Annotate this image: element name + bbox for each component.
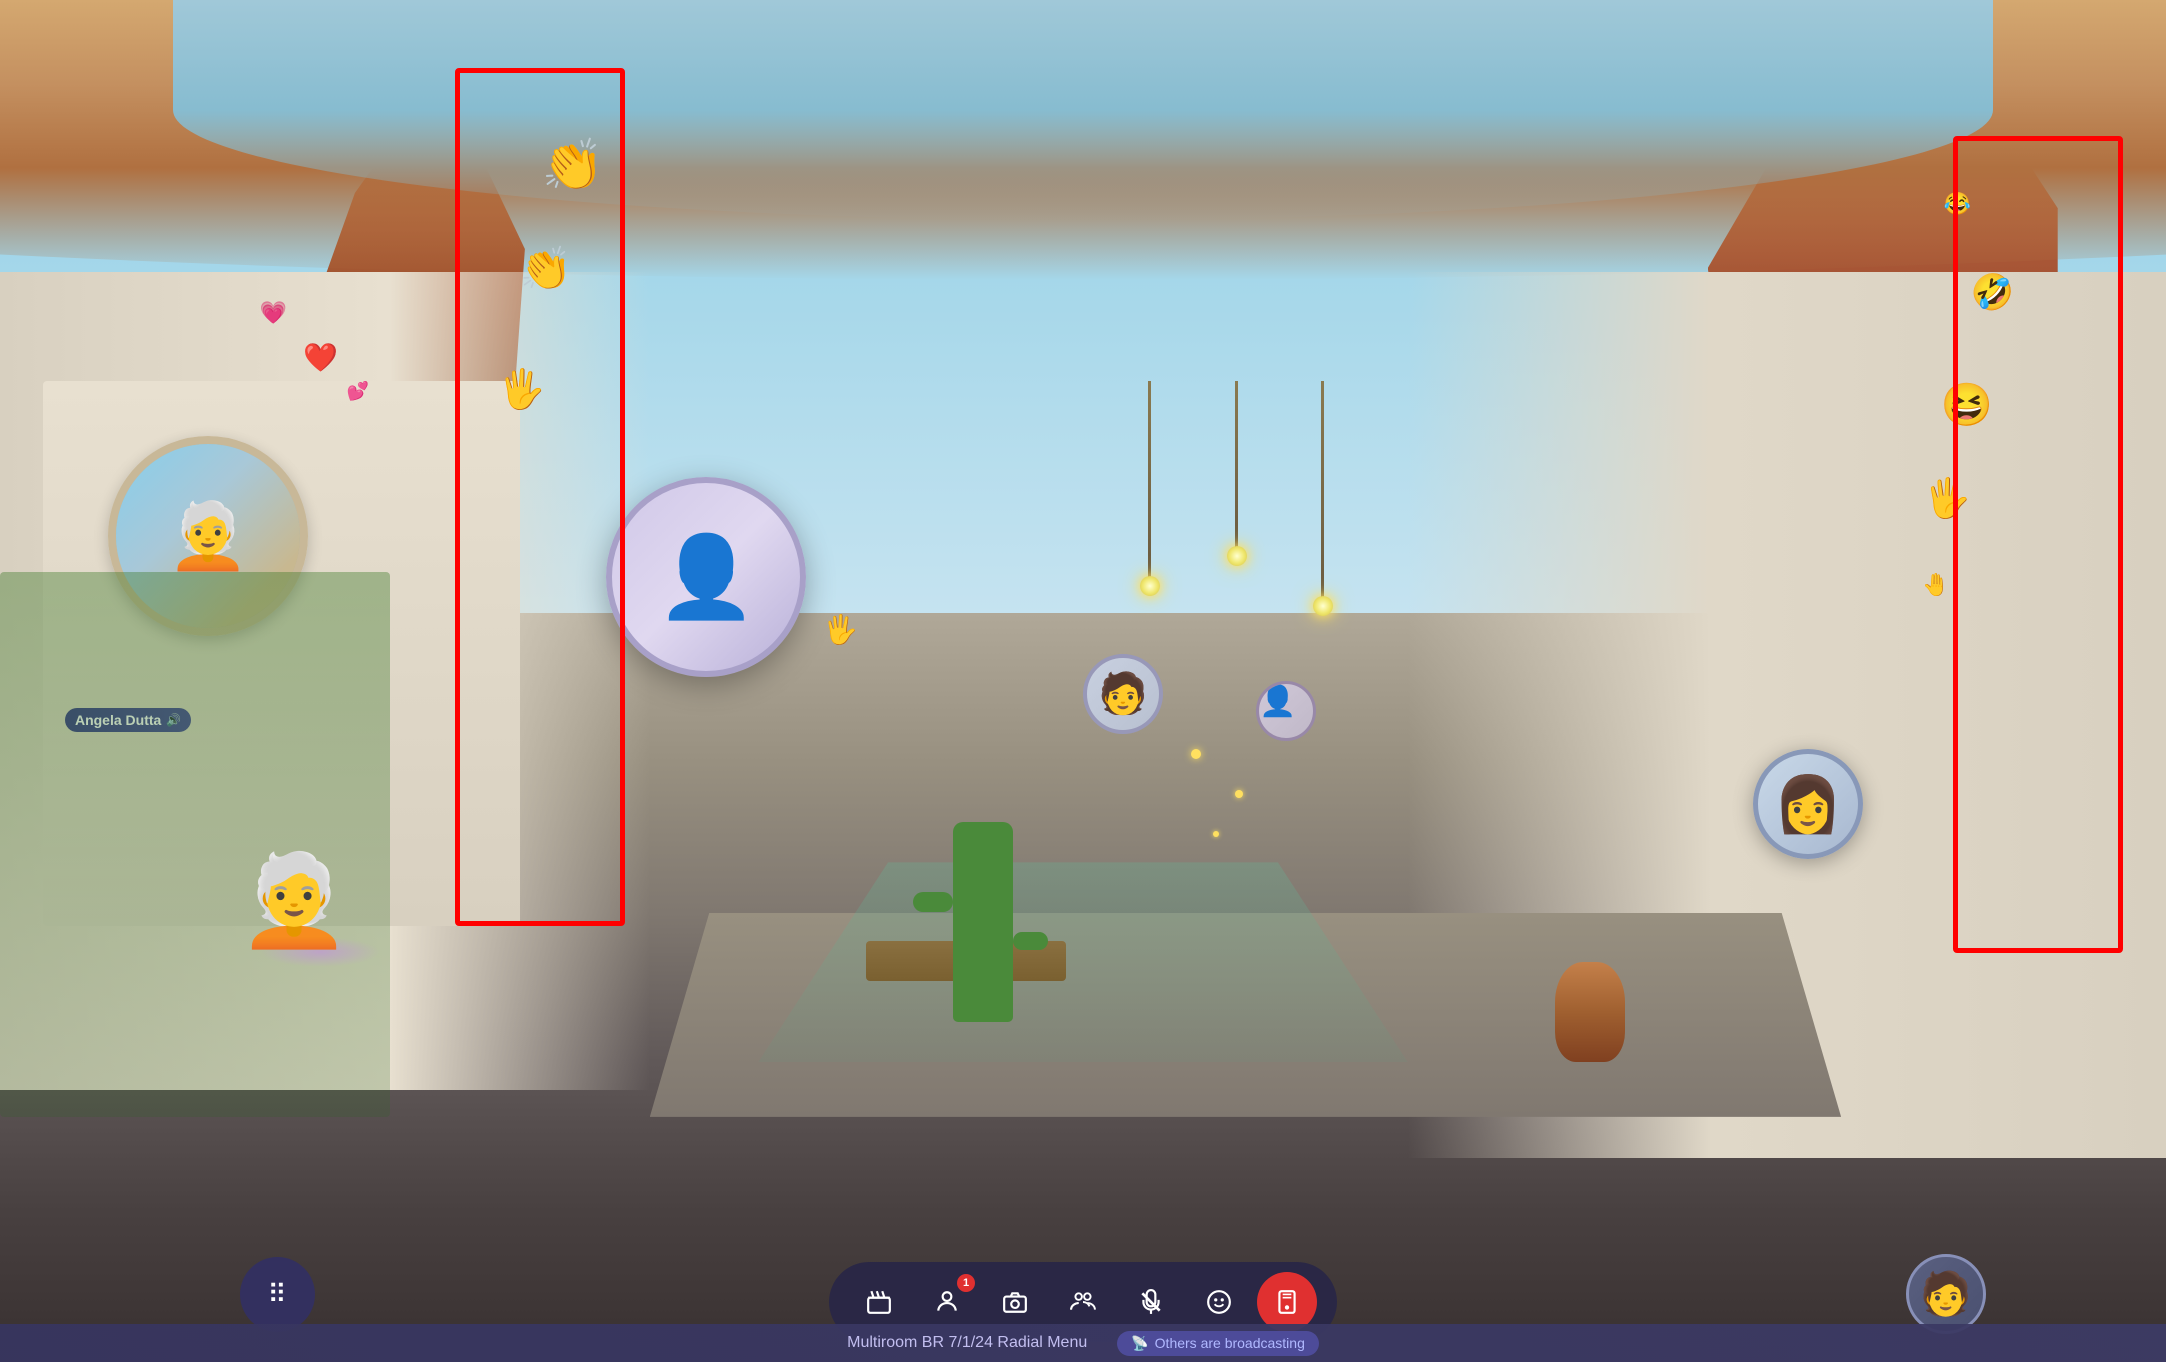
mute-button[interactable] — [1121, 1272, 1181, 1332]
avatar-character-ground: 🧑‍🦳 — [238, 848, 350, 953]
notification-badge: 1 — [957, 1274, 975, 1292]
camera-button[interactable] — [985, 1272, 1045, 1332]
mute-icon — [1138, 1289, 1164, 1315]
decorative-vase — [1555, 962, 1625, 1062]
user-avatar-icon: 🧑 — [1920, 1270, 1972, 1319]
hanging-light-3 — [1321, 381, 1324, 601]
broadcast-icon — [1274, 1289, 1300, 1315]
broadcast-icon: 📡 — [1131, 1335, 1148, 1352]
broadcast-status-bar: Multiroom BR 7/1/24 Radial Menu 📡 Others… — [0, 1324, 2166, 1362]
broadcasting-badge[interactable]: 📡 Others are broadcasting — [1117, 1331, 1319, 1356]
hanging-light-2 — [1235, 381, 1238, 551]
broadcast-button[interactable] — [1257, 1272, 1317, 1332]
main-avatar-icon: 👤 — [657, 530, 757, 624]
person-button[interactable]: 1 — [917, 1272, 977, 1332]
people-button[interactable] — [1053, 1272, 1113, 1332]
camera-icon — [1002, 1289, 1028, 1315]
small-avatar-center: 🧑 — [1083, 654, 1163, 734]
clapperboard-button[interactable] — [849, 1272, 909, 1332]
clapperboard-icon — [866, 1289, 892, 1315]
broadcasting-text: Others are broadcasting — [1155, 1335, 1305, 1351]
light-bulb-2 — [1227, 546, 1247, 566]
small-avatar-right-center: 👤 — [1256, 681, 1316, 741]
cactus-main — [953, 822, 1013, 1022]
garden-plants-left — [0, 572, 390, 1117]
user-avatar-button[interactable]: 🧑 — [1906, 1254, 1986, 1334]
person-icon — [934, 1289, 960, 1315]
main-avatar-circle: 👤 — [606, 477, 806, 677]
ceiling-inner — [173, 0, 1992, 220]
hanging-light-1 — [1148, 381, 1151, 581]
room-label: Multiroom BR 7/1/24 Radial Menu — [847, 1334, 1087, 1352]
right-avatar-circle: 👩 — [1753, 749, 1863, 859]
emoji-button[interactable] — [1189, 1272, 1249, 1332]
people-icon — [1070, 1289, 1096, 1315]
emoji-icon — [1206, 1289, 1232, 1315]
light-dot-2 — [1235, 790, 1243, 798]
light-dot-3 — [1213, 831, 1219, 837]
